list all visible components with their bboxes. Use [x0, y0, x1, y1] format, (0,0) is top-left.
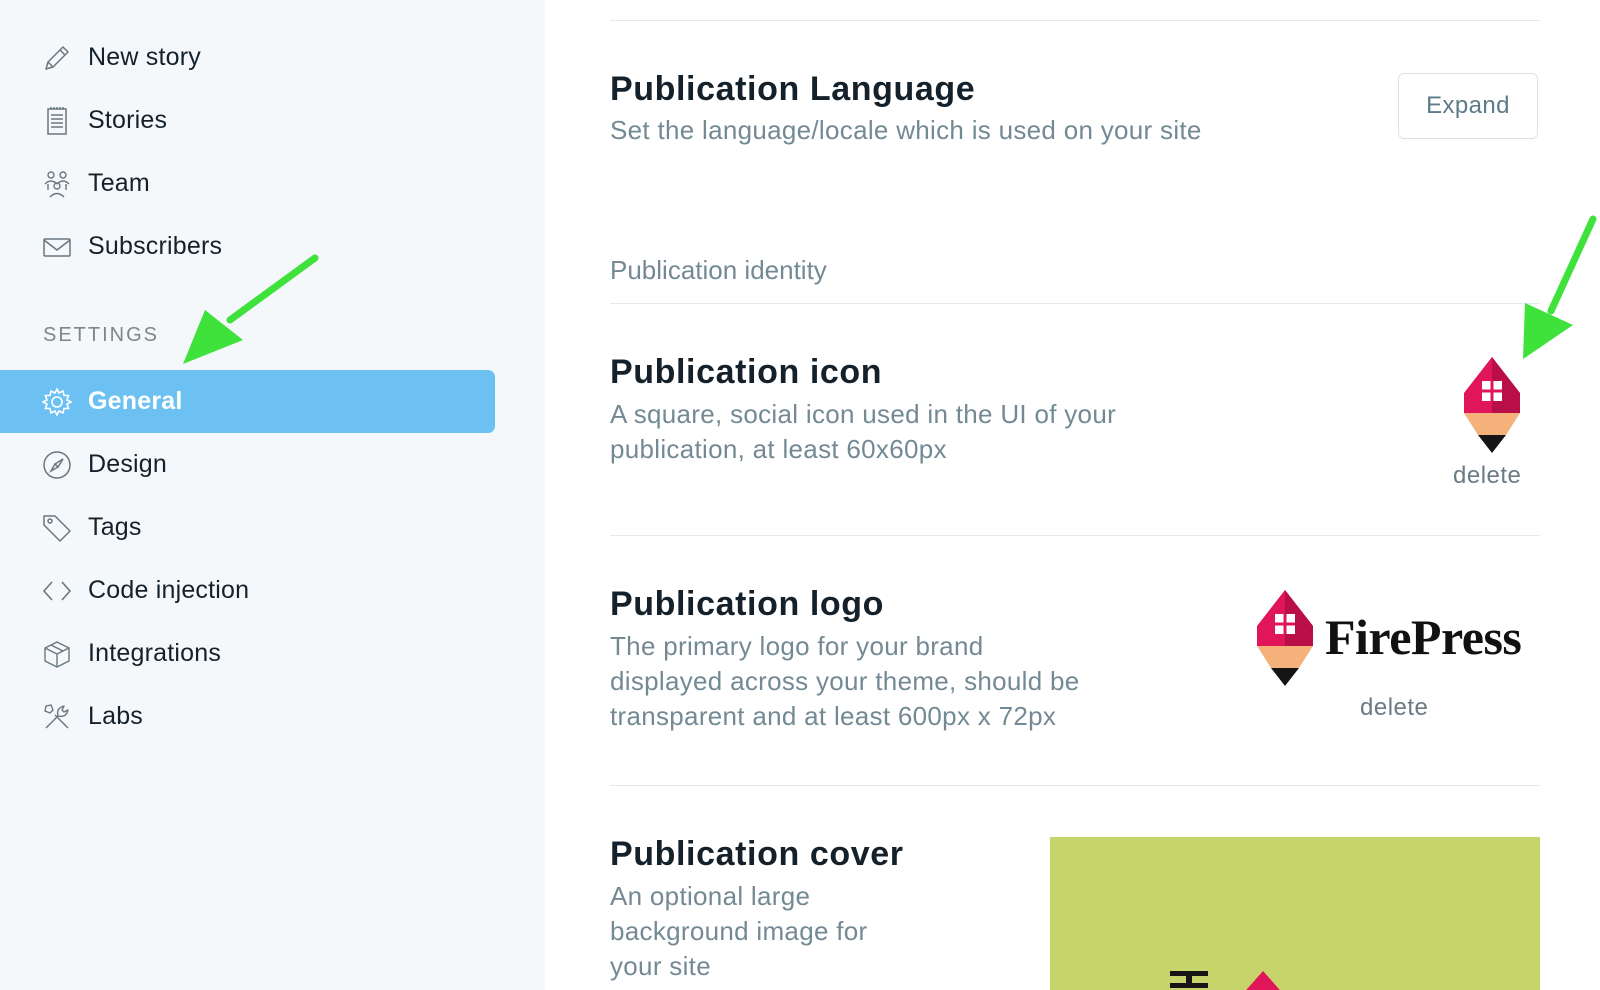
- description-line: An optional large: [610, 881, 811, 911]
- logo-description: The primary logo for your brand displaye…: [610, 629, 1080, 734]
- gear-icon: [40, 385, 74, 419]
- compass-icon: [40, 448, 74, 482]
- sidebar-item-general[interactable]: General: [0, 370, 495, 433]
- divider: [610, 535, 1540, 536]
- description-line: transparent and at least 600px x 72px: [610, 701, 1057, 731]
- description-line: publication, at least 60x60px: [610, 434, 947, 464]
- delete-logo-link[interactable]: delete: [1360, 694, 1428, 722]
- pencil-icon: [40, 41, 74, 75]
- logo-title: Publication logo: [610, 585, 885, 623]
- sidebar-item-label: General: [88, 387, 183, 415]
- language-description: Set the language/locale which is used on…: [610, 115, 1202, 145]
- sidebar-item-labs[interactable]: Labs: [0, 685, 495, 748]
- code-icon: [40, 574, 74, 608]
- publication-icon-image[interactable]: [1462, 355, 1522, 455]
- envelope-icon: [40, 230, 74, 264]
- sidebar-item-label: Team: [88, 169, 150, 197]
- box-icon: [40, 637, 74, 671]
- publication-cover-image[interactable]: [1050, 837, 1540, 990]
- icon-title: Publication icon: [610, 353, 883, 391]
- annotation-arrow-icon: [183, 254, 319, 364]
- divider: [610, 20, 1540, 21]
- cover-description: An optional large background image for y…: [610, 879, 867, 984]
- description-line: A square, social icon used in the UI of …: [610, 399, 1117, 429]
- team-icon: [40, 167, 74, 201]
- cover-title: Publication cover: [610, 835, 904, 873]
- divider: [610, 303, 1540, 304]
- identity-heading: Publication identity: [610, 255, 827, 285]
- tools-icon: [40, 700, 74, 734]
- sidebar-item-stories[interactable]: Stories: [0, 89, 495, 152]
- sidebar-item-design[interactable]: Design: [0, 433, 495, 496]
- annotation-arrow-icon: [1523, 215, 1597, 359]
- sidebar-item-label: Stories: [88, 106, 168, 134]
- sidebar-item-team[interactable]: Team: [0, 152, 495, 215]
- sidebar-item-label: Code injection: [88, 576, 250, 604]
- icon-description: A square, social icon used in the UI of …: [610, 397, 1116, 467]
- description-line: your site: [610, 951, 711, 981]
- settings-heading: SETTINGS: [43, 324, 160, 346]
- description-line: displayed across your theme, should be: [610, 666, 1080, 696]
- sidebar-item-tags[interactable]: Tags: [0, 496, 495, 559]
- stories-icon: [40, 104, 74, 138]
- expand-button[interactable]: Expand: [1398, 73, 1538, 139]
- sidebar-item-label: Tags: [88, 513, 142, 541]
- cover-artwork-icon: [1170, 971, 1280, 990]
- logo-brand-text: FirePress: [1325, 609, 1522, 665]
- tag-icon: [40, 511, 74, 545]
- sidebar-item-label: Design: [88, 450, 168, 478]
- sidebar-item-new-story[interactable]: New story: [0, 26, 495, 89]
- sidebar: New story Stories Team Subscribers SETTI…: [0, 0, 545, 990]
- description-line: background image for: [610, 916, 868, 946]
- sidebar-item-label: Integrations: [88, 639, 222, 667]
- language-title: Publication Language: [610, 70, 976, 108]
- sidebar-item-label: New story: [88, 43, 201, 71]
- delete-icon-link[interactable]: delete: [1453, 462, 1521, 490]
- publication-logo-icon[interactable]: [1255, 588, 1315, 688]
- description-line: The primary logo for your brand: [610, 631, 984, 661]
- settings-main: Publication Language Set the language/lo…: [545, 0, 1600, 990]
- sidebar-item-code-injection[interactable]: Code injection: [0, 559, 495, 622]
- sidebar-item-label: Labs: [88, 702, 144, 730]
- divider: [610, 785, 1540, 786]
- sidebar-item-integrations[interactable]: Integrations: [0, 622, 495, 685]
